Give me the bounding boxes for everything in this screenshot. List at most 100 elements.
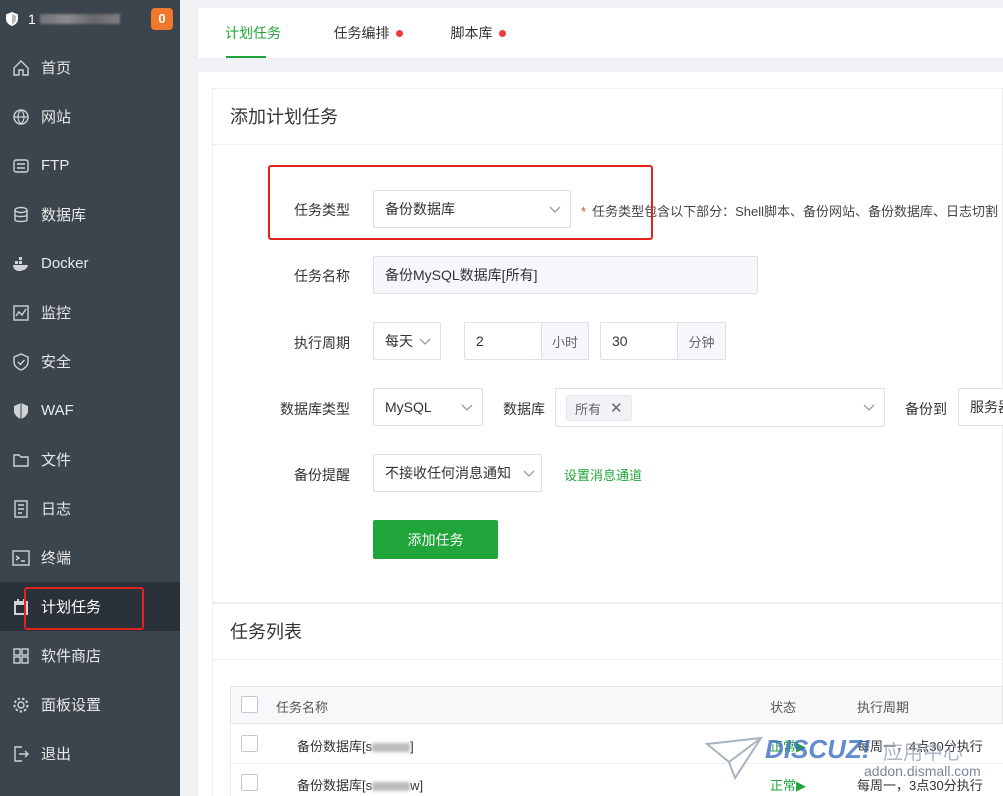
database-label: 数据库 [503,401,545,417]
sidebar-item-label: 监控 [41,305,72,322]
sidebar-item-terminal[interactable]: 终端 [0,533,180,582]
sidebar-item-monitor[interactable]: 监控 [0,288,180,337]
sidebar-item-label: 面板设置 [41,697,102,714]
sidebar-item-label: 日志 [41,501,72,518]
hour-value: 2 [476,333,484,349]
notify-select[interactable]: 不接收任何消息通知 [373,454,542,492]
sidebar-item-label: WAF [41,402,74,419]
col-period: 执行周期 [857,700,910,715]
minute-value: 30 [612,333,628,349]
home-icon [12,59,30,77]
task-name-input[interactable]: 备份MySQL数据库[所有] [373,256,758,294]
period-label: 执行周期 [294,335,350,351]
tab-script-library[interactable]: 脚本库 [428,8,528,58]
select-all-checkbox[interactable] [241,696,258,713]
add-task-button[interactable]: 添加任务 [373,520,498,559]
sidebar-item-label: 退出 [41,746,72,763]
sidebar: 1 0 首页网站 FTP 数据库 Docker 监控安全 WAF 文件日志终端计划任务软件商… [0,0,180,796]
log-icon [12,499,30,518]
task-type-value: 备份数据库 [385,201,455,217]
sidebar-item-website[interactable]: 网站 [0,92,180,141]
table-row[interactable]: 备份数据库[s] 正常▶ 每周一，4点30分执行 [230,724,1003,764]
globe-icon [12,108,30,126]
db-type-label: 数据库类型 [280,401,350,417]
sidebar-item-ftp[interactable]: FTP [0,141,180,190]
row-name-prefix: 备份数据库[s [297,778,373,793]
task-name-value: 备份MySQL数据库[所有] [385,267,538,283]
task-list-title: 任务列表 [213,604,1002,660]
database-icon [12,206,30,224]
row-name-suffix: w] [410,778,424,793]
sidebar-item-waf[interactable]: WAF [0,386,180,435]
sidebar-item-logs[interactable]: 日志 [0,484,180,533]
sidebar-item-logout[interactable]: 退出 [0,729,180,778]
minute-input[interactable]: 30 [600,322,678,360]
notify-label: 备份提醒 [294,467,350,483]
sidebar-header: 1 0 [0,0,180,38]
apps-icon [12,647,30,665]
sidebar-item-cron[interactable]: 计划任务 [0,582,180,631]
tab-label: 计划任务 [225,25,281,41]
redacted-text [372,782,411,792]
col-status: 状态 [770,700,797,715]
top-tabs: 计划任务 任务编排 脚本库 [198,8,1003,58]
calendar-icon [12,598,30,616]
sidebar-item-panel-settings[interactable]: 面板设置 [0,680,180,729]
sidebar-item-app-store[interactable]: 软件商店 [0,631,180,680]
row-task-name: 备份数据库[s] [297,736,414,755]
waf-shield-icon [12,402,30,420]
chevron-down-icon [523,470,535,477]
backup-to-label: 备份到 [905,401,947,417]
backup-to-value: 服务器 [970,399,1003,415]
sidebar-item-label: 计划任务 [41,599,102,616]
close-icon[interactable]: ✕ [610,399,623,417]
sidebar-item-label: 终端 [41,550,72,567]
hour-unit: 小时 [541,322,589,360]
sidebar-item-home[interactable]: 首页 [0,43,180,92]
row-status[interactable]: 正常▶ [770,775,806,794]
sidebar-item-security[interactable]: 安全 [0,337,180,386]
sidebar-item-files[interactable]: 文件 [0,435,180,484]
hour-input[interactable]: 2 [464,322,542,360]
task-type-hint: * 任务类型包含以下部分：Shell脚本、备份网站、备份数据库、日志切割 [581,201,998,220]
server-ip[interactable]: 1 [28,11,120,27]
sidebar-item-docker[interactable]: Docker [0,239,180,288]
period-select[interactable]: 每天 [373,322,441,360]
chevron-down-icon [863,404,875,411]
row-checkbox[interactable] [241,774,258,791]
tab-cron-tasks[interactable]: 计划任务 [198,8,308,58]
sidebar-item-label: 数据库 [41,207,87,224]
row-status[interactable]: 正常▶ [770,736,806,755]
db-type-select[interactable]: MySQL [373,388,483,426]
monitor-icon [12,304,30,322]
db-type-value: MySQL [385,399,432,415]
server-ip-label: 1 [28,11,36,27]
tab-label: 脚本库 [450,25,493,41]
sidebar-item-label: 安全 [41,354,72,371]
tab-task-orchestration[interactable]: 任务编排 [308,8,428,58]
new-dot-icon [498,29,506,37]
row-name-prefix: 备份数据库[s [297,739,373,754]
task-type-hint-text: 任务类型包含以下部分：Shell脚本、备份网站、备份数据库、日志切割 [592,204,998,219]
notify-channel-link[interactable]: 设置消息通道 [564,465,642,484]
minute-unit: 分钟 [677,322,726,360]
row-checkbox[interactable] [241,735,258,752]
backup-to-select[interactable]: 服务器 [958,388,1003,426]
sidebar-item-label: Docker [41,255,89,272]
tab-label: 任务编排 [333,25,390,41]
table-row[interactable]: 备份数据库[s w] 正常▶ 每周一，3点30分执行 [230,764,1003,796]
alert-count-badge[interactable]: 0 [151,8,173,30]
sidebar-item-database[interactable]: 数据库 [0,190,180,239]
row-name-suffix: ] [410,739,414,754]
period-value: 每天 [385,333,413,349]
logo-shield-icon [6,12,18,26]
sidebar-item-label: 首页 [41,60,72,77]
task-type-select[interactable]: 备份数据库 [373,190,571,228]
sidebar-item-label: FTP [41,157,70,174]
logout-icon [12,745,30,763]
chevron-down-icon [461,404,473,411]
chevron-down-icon [549,206,561,213]
terminal-icon [12,549,30,567]
row-task-name: 备份数据库[s w] [297,775,423,794]
sidebar-item-label: 软件商店 [41,648,102,665]
